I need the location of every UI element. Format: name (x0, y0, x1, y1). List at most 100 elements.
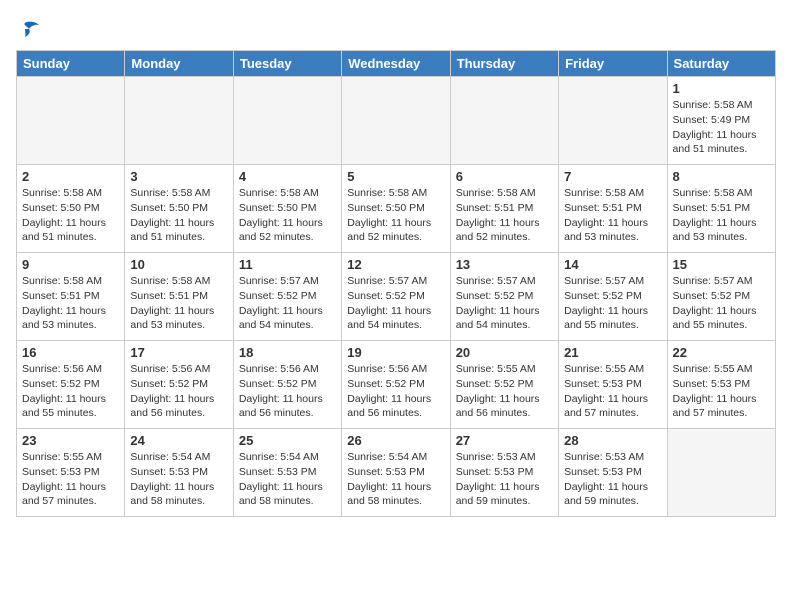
calendar-day-cell (559, 77, 667, 165)
day-info: Sunrise: 5:58 AM Sunset: 5:50 PM Dayligh… (239, 186, 336, 245)
calendar-day-cell: 2 Sunrise: 5:58 AM Sunset: 5:50 PM Daylig… (17, 165, 125, 253)
calendar-table: SundayMondayTuesdayWednesdayThursdayFrid… (16, 50, 776, 517)
day-number: 5 (347, 169, 444, 184)
day-info: Sunrise: 5:58 AM Sunset: 5:50 PM Dayligh… (347, 186, 444, 245)
day-info: Sunrise: 5:57 AM Sunset: 5:52 PM Dayligh… (673, 274, 770, 333)
day-of-week-header: Friday (559, 51, 667, 77)
day-number: 22 (673, 345, 770, 360)
day-info: Sunrise: 5:54 AM Sunset: 5:53 PM Dayligh… (130, 450, 227, 509)
day-info: Sunrise: 5:58 AM Sunset: 5:51 PM Dayligh… (22, 274, 119, 333)
day-of-week-header: Saturday (667, 51, 775, 77)
day-info: Sunrise: 5:56 AM Sunset: 5:52 PM Dayligh… (22, 362, 119, 421)
calendar-day-cell: 10 Sunrise: 5:58 AM Sunset: 5:51 PM Dayli… (125, 253, 233, 341)
calendar-week-row: 9 Sunrise: 5:58 AM Sunset: 5:51 PM Daylig… (17, 253, 776, 341)
calendar-day-cell: 8Sunrise: 5:58 AM Sunset: 5:51 PM Daylig… (667, 165, 775, 253)
day-number: 12 (347, 257, 444, 272)
day-number: 13 (456, 257, 553, 272)
calendar-day-cell: 22Sunrise: 5:55 AM Sunset: 5:53 PM Dayli… (667, 341, 775, 429)
day-number: 24 (130, 433, 227, 448)
logo-bird-icon (17, 21, 39, 37)
day-number: 17 (130, 345, 227, 360)
day-number: 6 (456, 169, 553, 184)
calendar-day-cell: 23 Sunrise: 5:55 AM Sunset: 5:53 PM Dayli… (17, 429, 125, 517)
day-info: Sunrise: 5:57 AM Sunset: 5:52 PM Dayligh… (239, 274, 336, 333)
day-number: 8 (673, 169, 770, 184)
day-of-week-header: Tuesday (233, 51, 341, 77)
day-info: Sunrise: 5:56 AM Sunset: 5:52 PM Dayligh… (239, 362, 336, 421)
day-info: Sunrise: 5:53 AM Sunset: 5:53 PM Dayligh… (456, 450, 553, 509)
calendar-day-cell (17, 77, 125, 165)
calendar-day-cell: 26 Sunrise: 5:54 AM Sunset: 5:53 PM Dayli… (342, 429, 450, 517)
calendar-day-cell (125, 77, 233, 165)
calendar-header-row: SundayMondayTuesdayWednesdayThursdayFrid… (17, 51, 776, 77)
day-number: 20 (456, 345, 553, 360)
calendar-day-cell: 7 Sunrise: 5:58 AM Sunset: 5:51 PM Daylig… (559, 165, 667, 253)
day-number: 25 (239, 433, 336, 448)
day-number: 9 (22, 257, 119, 272)
calendar-day-cell: 1 Sunrise: 5:58 AM Sunset: 5:49 PM Daylig… (667, 77, 775, 165)
day-number: 1 (673, 81, 770, 96)
logo (16, 16, 39, 40)
calendar-week-row: 23 Sunrise: 5:55 AM Sunset: 5:53 PM Dayli… (17, 429, 776, 517)
calendar-day-cell: 3 Sunrise: 5:58 AM Sunset: 5:50 PM Daylig… (125, 165, 233, 253)
page-header (16, 16, 776, 40)
day-of-week-header: Wednesday (342, 51, 450, 77)
day-info: Sunrise: 5:53 AM Sunset: 5:53 PM Dayligh… (564, 450, 661, 509)
day-of-week-header: Sunday (17, 51, 125, 77)
calendar-day-cell: 24 Sunrise: 5:54 AM Sunset: 5:53 PM Dayli… (125, 429, 233, 517)
calendar-day-cell (233, 77, 341, 165)
day-number: 23 (22, 433, 119, 448)
calendar-day-cell: 25 Sunrise: 5:54 AM Sunset: 5:53 PM Dayli… (233, 429, 341, 517)
calendar-day-cell: 20 Sunrise: 5:55 AM Sunset: 5:52 PM Dayli… (450, 341, 558, 429)
day-info: Sunrise: 5:55 AM Sunset: 5:53 PM Dayligh… (22, 450, 119, 509)
day-number: 16 (22, 345, 119, 360)
day-number: 21 (564, 345, 661, 360)
calendar-day-cell (342, 77, 450, 165)
calendar-day-cell (450, 77, 558, 165)
day-number: 2 (22, 169, 119, 184)
calendar-day-cell: 9 Sunrise: 5:58 AM Sunset: 5:51 PM Daylig… (17, 253, 125, 341)
calendar-day-cell: 27 Sunrise: 5:53 AM Sunset: 5:53 PM Dayli… (450, 429, 558, 517)
day-info: Sunrise: 5:58 AM Sunset: 5:51 PM Dayligh… (564, 186, 661, 245)
day-info: Sunrise: 5:58 AM Sunset: 5:51 PM Dayligh… (456, 186, 553, 245)
day-number: 27 (456, 433, 553, 448)
day-info: Sunrise: 5:58 AM Sunset: 5:50 PM Dayligh… (22, 186, 119, 245)
calendar-day-cell: 19 Sunrise: 5:56 AM Sunset: 5:52 PM Dayli… (342, 341, 450, 429)
calendar-day-cell: 15 Sunrise: 5:57 AM Sunset: 5:52 PM Dayli… (667, 253, 775, 341)
calendar-day-cell: 5 Sunrise: 5:58 AM Sunset: 5:50 PM Daylig… (342, 165, 450, 253)
day-info: Sunrise: 5:54 AM Sunset: 5:53 PM Dayligh… (239, 450, 336, 509)
day-number: 10 (130, 257, 227, 272)
day-info: Sunrise: 5:58 AM Sunset: 5:49 PM Dayligh… (673, 98, 770, 157)
day-info: Sunrise: 5:54 AM Sunset: 5:53 PM Dayligh… (347, 450, 444, 509)
day-info: Sunrise: 5:56 AM Sunset: 5:52 PM Dayligh… (130, 362, 227, 421)
calendar-day-cell: 16 Sunrise: 5:56 AM Sunset: 5:52 PM Dayli… (17, 341, 125, 429)
day-number: 14 (564, 257, 661, 272)
day-number: 15 (673, 257, 770, 272)
day-number: 11 (239, 257, 336, 272)
calendar-day-cell: 12Sunrise: 5:57 AM Sunset: 5:52 PM Dayli… (342, 253, 450, 341)
calendar-week-row: 2 Sunrise: 5:58 AM Sunset: 5:50 PM Daylig… (17, 165, 776, 253)
logo-general (16, 16, 39, 40)
day-info: Sunrise: 5:55 AM Sunset: 5:52 PM Dayligh… (456, 362, 553, 421)
day-number: 18 (239, 345, 336, 360)
calendar-day-cell: 21 Sunrise: 5:55 AM Sunset: 5:53 PM Dayli… (559, 341, 667, 429)
day-number: 7 (564, 169, 661, 184)
day-info: Sunrise: 5:57 AM Sunset: 5:52 PM Dayligh… (564, 274, 661, 333)
calendar-day-cell: 18 Sunrise: 5:56 AM Sunset: 5:52 PM Dayli… (233, 341, 341, 429)
day-info: Sunrise: 5:58 AM Sunset: 5:50 PM Dayligh… (130, 186, 227, 245)
day-info: Sunrise: 5:55 AM Sunset: 5:53 PM Dayligh… (564, 362, 661, 421)
day-info: Sunrise: 5:58 AM Sunset: 5:51 PM Dayligh… (130, 274, 227, 333)
calendar-day-cell: 11 Sunrise: 5:57 AM Sunset: 5:52 PM Dayli… (233, 253, 341, 341)
day-number: 4 (239, 169, 336, 184)
day-number: 26 (347, 433, 444, 448)
calendar-day-cell: 14 Sunrise: 5:57 AM Sunset: 5:52 PM Dayli… (559, 253, 667, 341)
day-info: Sunrise: 5:57 AM Sunset: 5:52 PM Dayligh… (456, 274, 553, 333)
calendar-day-cell: 17 Sunrise: 5:56 AM Sunset: 5:52 PM Dayli… (125, 341, 233, 429)
calendar-week-row: 16 Sunrise: 5:56 AM Sunset: 5:52 PM Dayli… (17, 341, 776, 429)
day-info: Sunrise: 5:56 AM Sunset: 5:52 PM Dayligh… (347, 362, 444, 421)
calendar-week-row: 1 Sunrise: 5:58 AM Sunset: 5:49 PM Daylig… (17, 77, 776, 165)
day-number: 19 (347, 345, 444, 360)
day-of-week-header: Thursday (450, 51, 558, 77)
day-number: 3 (130, 169, 227, 184)
calendar-day-cell: 13 Sunrise: 5:57 AM Sunset: 5:52 PM Dayli… (450, 253, 558, 341)
